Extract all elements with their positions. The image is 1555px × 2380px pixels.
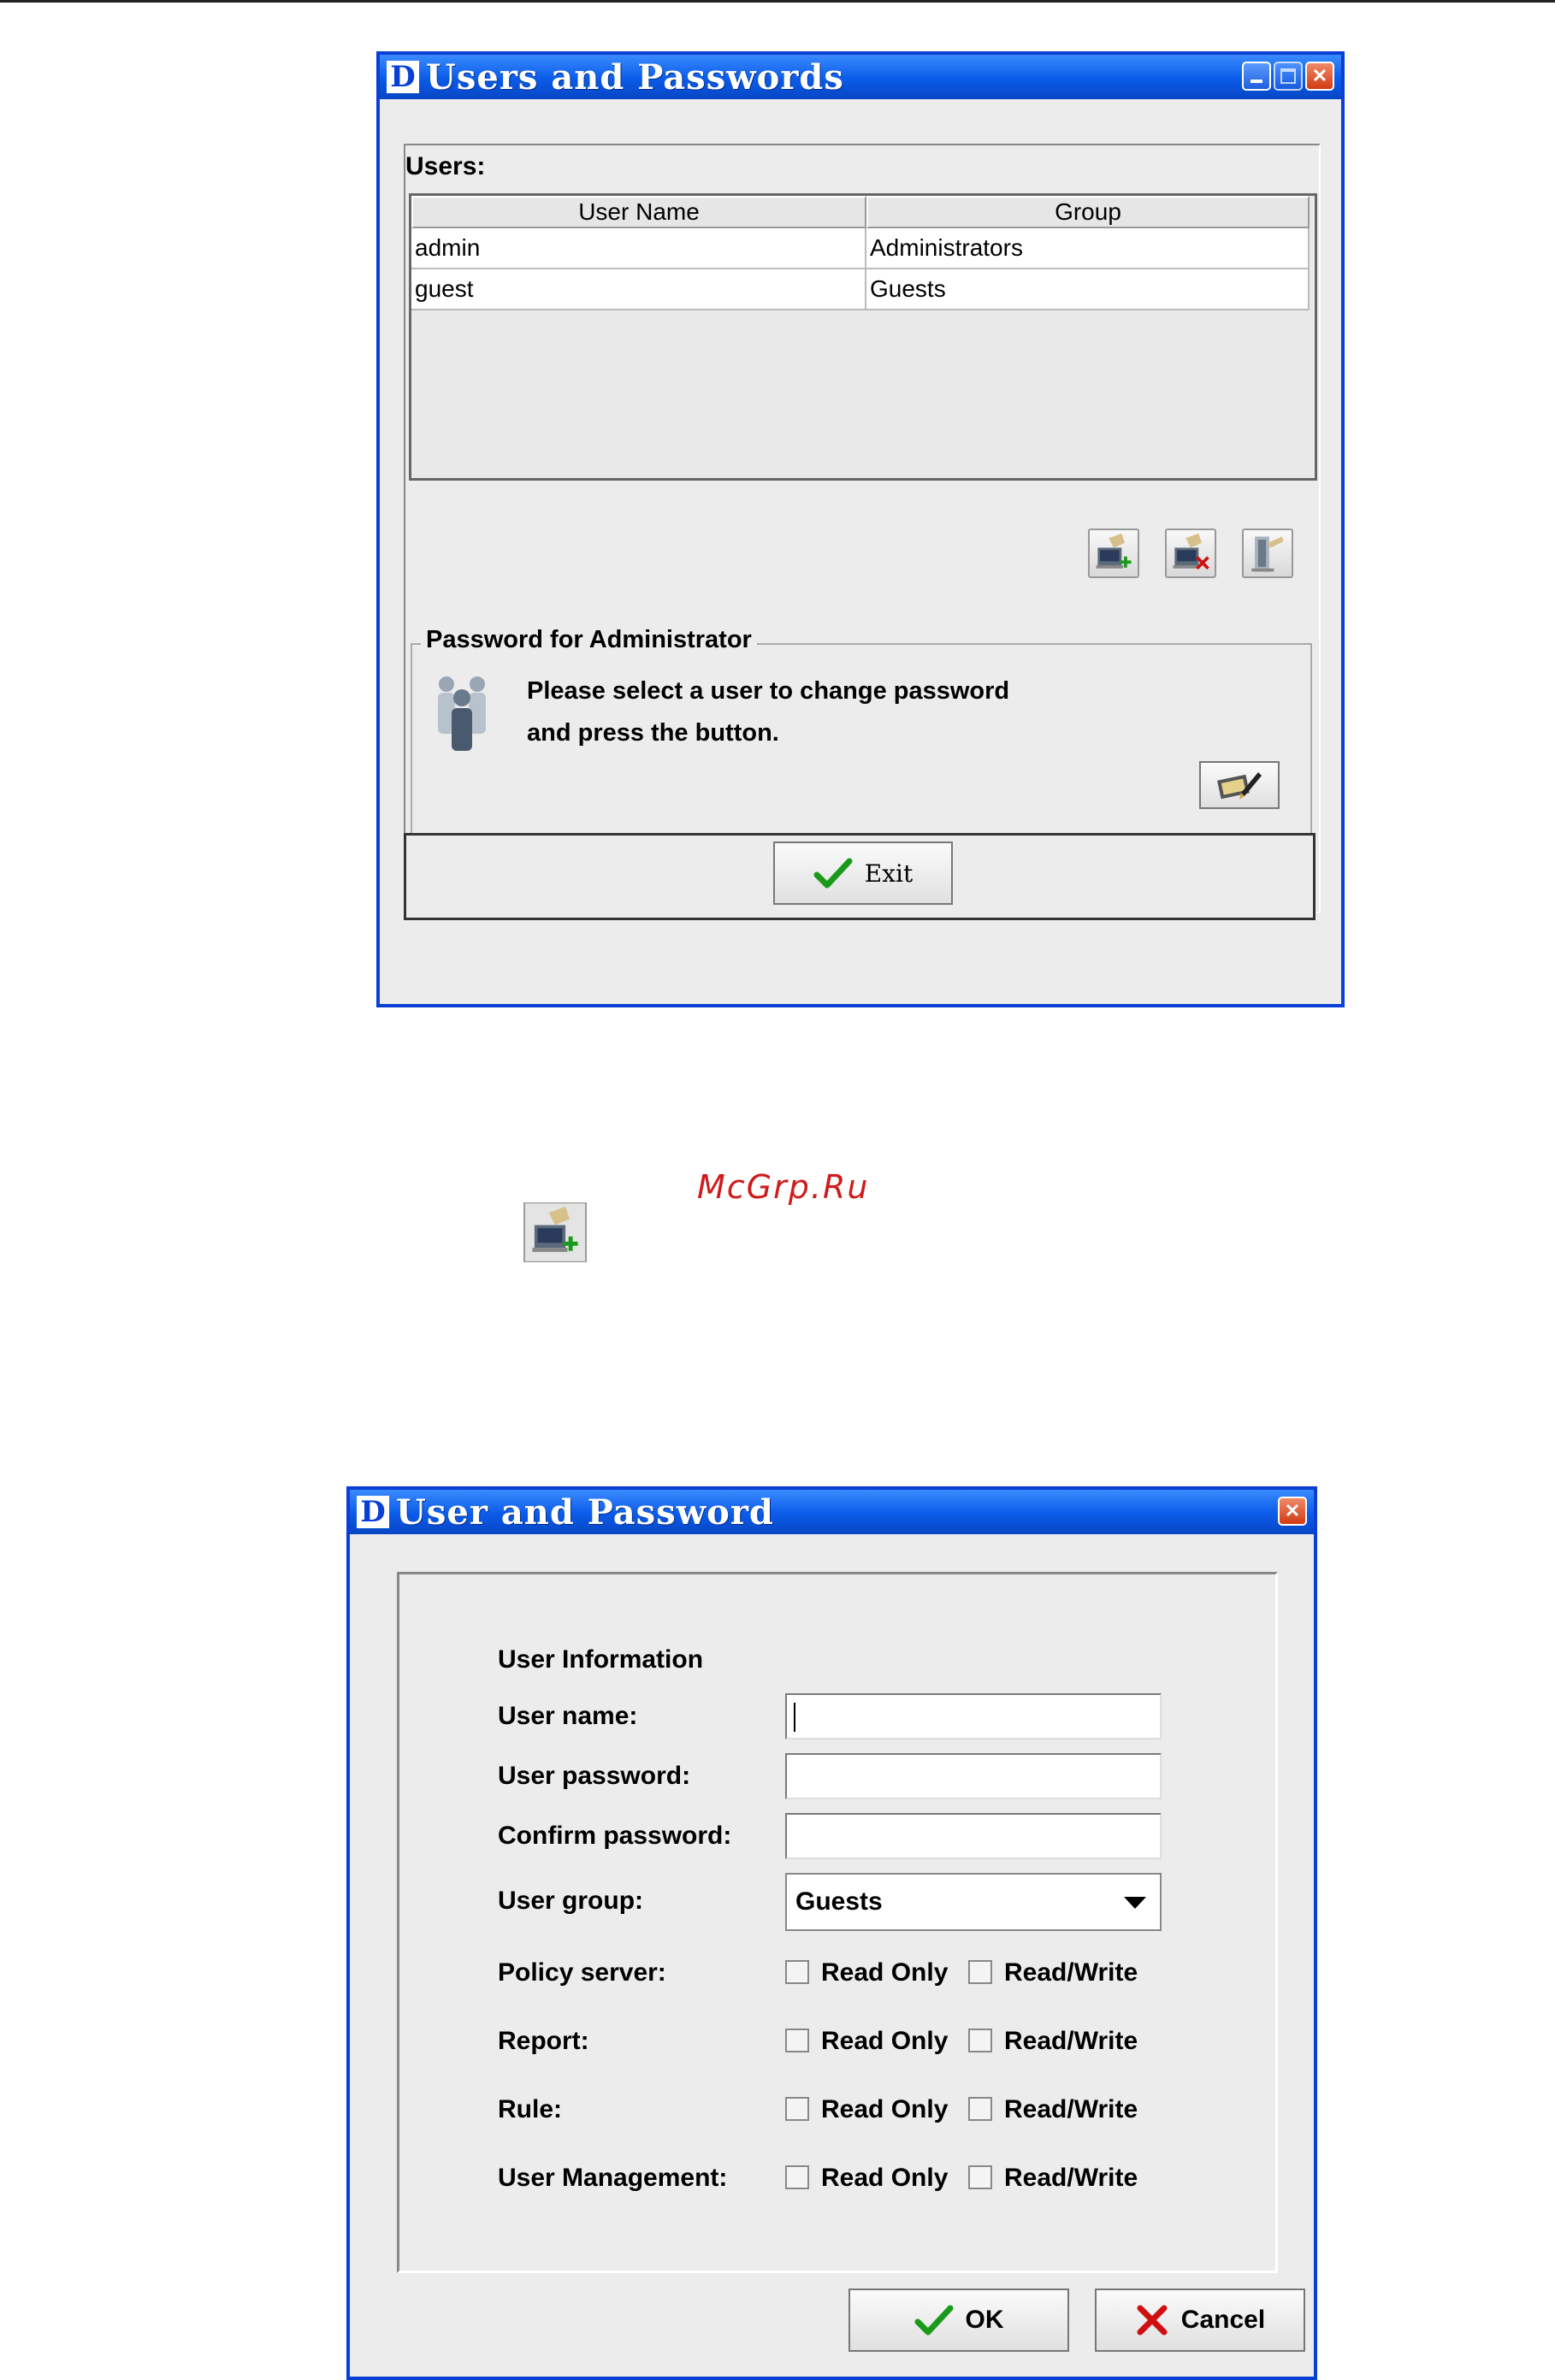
ok-button[interactable]: OK [848, 2288, 1069, 2352]
report-read-write-checkbox[interactable] [968, 2029, 992, 2052]
titlebar[interactable]: D Users and Passwords ✕ [380, 55, 1341, 99]
dlink-logo-icon: D [387, 61, 419, 93]
read-write-label: Read/Write [1004, 2095, 1138, 2123]
user-group-value: Guests [795, 1887, 883, 1916]
dlink-logo-icon: D [357, 1496, 389, 1528]
edit-user-icon [1251, 536, 1284, 572]
user-name-label: User name: [498, 1702, 638, 1730]
table-header: User Name Group [411, 196, 1315, 228]
close-button[interactable]: ✕ [1278, 1497, 1307, 1526]
cell-user-name: guest [411, 269, 866, 310]
password-instructions: Please select a user to change password … [527, 670, 1009, 754]
ok-label: OK [965, 2306, 1004, 2334]
check-icon [813, 858, 853, 889]
read-write-label: Read/Write [1004, 1958, 1138, 1987]
rule-read-write-checkbox[interactable] [968, 2097, 992, 2121]
close-button[interactable]: ✕ [1305, 62, 1334, 91]
cancel-label: Cancel [1180, 2306, 1266, 2334]
change-password-button[interactable] [1199, 761, 1280, 809]
report-read-only-checkbox[interactable] [785, 2029, 809, 2052]
delete-user-button[interactable] [1165, 529, 1216, 578]
window-title: User and Password [396, 1491, 774, 1533]
users-label: Users: [405, 152, 486, 180]
read-only-label: Read Only [821, 2164, 949, 2192]
permission-label-policy-server: Policy server: [498, 1958, 666, 1987]
window-title: Users and Passwords [426, 56, 844, 97]
close-icon: ✕ [1284, 1500, 1301, 1521]
minimize-icon [1251, 80, 1262, 83]
exit-label: Exit [864, 859, 913, 888]
read-only-label: Read Only [821, 1958, 949, 1987]
instruction-line: and press the button. [527, 719, 779, 747]
instruction-line: Please select a user to change password [527, 677, 1010, 705]
cell-user-name: admin [411, 228, 866, 269]
permission-label-user-management: User Management: [498, 2164, 728, 2192]
text-caret [794, 1703, 795, 1732]
exit-button[interactable]: Exit [773, 842, 953, 905]
rule-read-only-checkbox[interactable] [785, 2097, 809, 2121]
section-title: User Information [498, 1645, 704, 1674]
table-row[interactable]: guest Guests [411, 269, 1315, 310]
edit-user-button[interactable] [1242, 529, 1293, 578]
policy-server-read-only-checkbox[interactable] [785, 1960, 809, 1984]
read-write-label: Read/Write [1004, 2027, 1138, 2055]
read-only-label: Read Only [821, 2027, 949, 2055]
delete-user-icon [1173, 533, 1209, 570]
cell-group: Guests [866, 269, 1310, 310]
users-group-icon [438, 676, 486, 751]
maximize-button[interactable] [1274, 62, 1303, 91]
page-top-rule [0, 0, 1555, 3]
read-write-label: Read/Write [1004, 2164, 1138, 2192]
user-password-input[interactable] [785, 1753, 1162, 1799]
user-name-input[interactable] [785, 1693, 1162, 1739]
column-header-user-name[interactable]: User Name [411, 196, 866, 228]
dropdown-arrow-icon [1124, 1897, 1146, 1909]
policy-server-read-write-checkbox[interactable] [968, 1960, 992, 1984]
minimize-button[interactable] [1242, 62, 1271, 91]
add-user-icon [1096, 533, 1132, 569]
user-management-read-only-checkbox[interactable] [785, 2165, 809, 2189]
watermark: McGrp.Ru [697, 1168, 870, 1206]
password-group-label: Password for Administrator [421, 626, 757, 654]
change-password-icon [1217, 772, 1262, 800]
maximize-icon [1280, 68, 1296, 84]
cell-group: Administrators [866, 228, 1310, 269]
check-icon [914, 2305, 953, 2336]
permission-label-report: Report: [498, 2027, 589, 2055]
table-row[interactable]: admin Administrators [411, 228, 1315, 269]
read-only-label: Read Only [821, 2095, 949, 2123]
add-user-icon [523, 1202, 587, 1262]
close-icon: ✕ [1311, 65, 1328, 86]
permission-label-rule: Rule: [498, 2095, 562, 2123]
cancel-x-icon [1137, 2305, 1168, 2336]
users-table[interactable]: User Name Group admin Administrators gue… [409, 193, 1317, 481]
user-password-window: D User and Password ✕ [346, 1486, 1317, 2380]
add-user-button[interactable] [1088, 529, 1139, 578]
user-password-label: User password: [498, 1762, 691, 1790]
user-group-label: User group: [498, 1887, 644, 1915]
confirm-password-input[interactable] [785, 1813, 1162, 1859]
user-management-read-write-checkbox[interactable] [968, 2165, 992, 2189]
titlebar[interactable]: D User and Password ✕ [350, 1490, 1314, 1534]
cancel-button[interactable]: Cancel [1095, 2288, 1305, 2352]
user-group-select[interactable]: Guests [785, 1873, 1162, 1931]
confirm-password-label: Confirm password: [498, 1822, 732, 1850]
column-header-group[interactable]: Group [866, 196, 1310, 228]
users-passwords-window: D Users and Passwords ✕ Users: User Name… [376, 51, 1345, 1007]
